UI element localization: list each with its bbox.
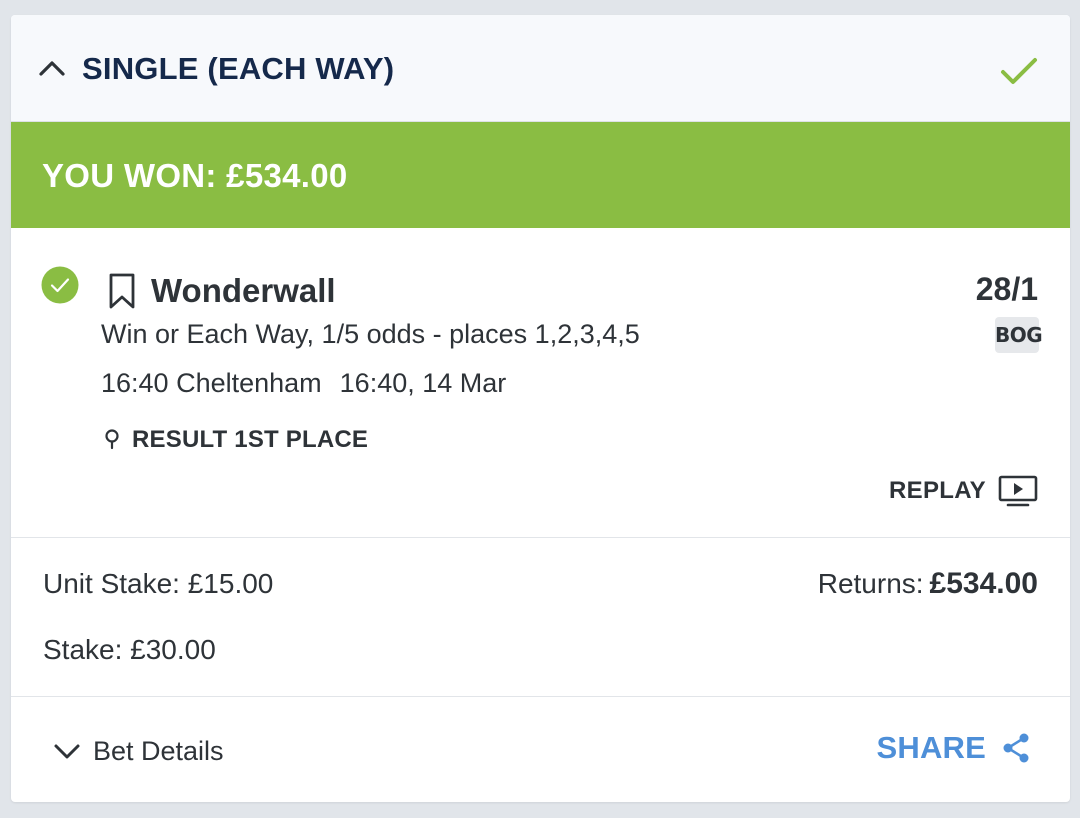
event-name: 16:40 Cheltenham — [101, 368, 322, 398]
returns-label: Returns: — [817, 568, 924, 599]
event-time: 16:40, 14 Mar — [339, 368, 507, 398]
win-banner: YOU WON: £534.00 — [11, 122, 1070, 228]
share-label: SHARE — [876, 730, 986, 765]
bet-type-title: SINGLE (EACH WAY) — [82, 51, 395, 86]
divider — [11, 696, 1070, 697]
bookmark-icon[interactable] — [107, 272, 137, 310]
event-info: 16:40 Cheltenham 16:40, 14 Mar — [101, 368, 506, 399]
replay-button[interactable]: REPLAY — [889, 473, 1038, 509]
divider — [11, 537, 1070, 538]
check-circle-icon — [41, 266, 79, 304]
bog-badge: BOG — [995, 317, 1043, 353]
chevron-down-icon — [54, 744, 80, 759]
share-icon — [1003, 733, 1029, 763]
share-button[interactable]: SHARE — [876, 728, 1032, 768]
tv-play-icon — [998, 475, 1038, 507]
bet-header[interactable]: SINGLE (EACH WAY) — [11, 15, 1070, 122]
win-amount-text: YOU WON: £534.00 — [42, 157, 348, 194]
bet-card: SINGLE (EACH WAY) YOU WON: £534.00 Wonde… — [11, 15, 1070, 802]
bet-details-label: Bet Details — [93, 735, 224, 766]
total-stake: Stake: £30.00 — [43, 634, 216, 665]
returns: Returns: £534.00 — [818, 567, 1038, 601]
location-pin-icon — [105, 429, 119, 450]
check-icon — [1001, 58, 1037, 84]
chevron-up-icon[interactable] — [37, 55, 67, 81]
selection-odds: 28/1 — [975, 271, 1038, 307]
bet-details-toggle[interactable]: Bet Details — [53, 733, 224, 769]
result-text: RESULT 1ST PLACE — [132, 426, 369, 453]
unit-stake: Unit Stake: £15.00 — [43, 568, 274, 599]
replay-label: REPLAY — [889, 477, 986, 504]
selection-name: Wonderwall — [151, 272, 336, 309]
market-description: Win or Each Way, 1/5 odds - places 1,2,3… — [101, 319, 640, 349]
returns-value: £534.00 — [929, 567, 1038, 600]
